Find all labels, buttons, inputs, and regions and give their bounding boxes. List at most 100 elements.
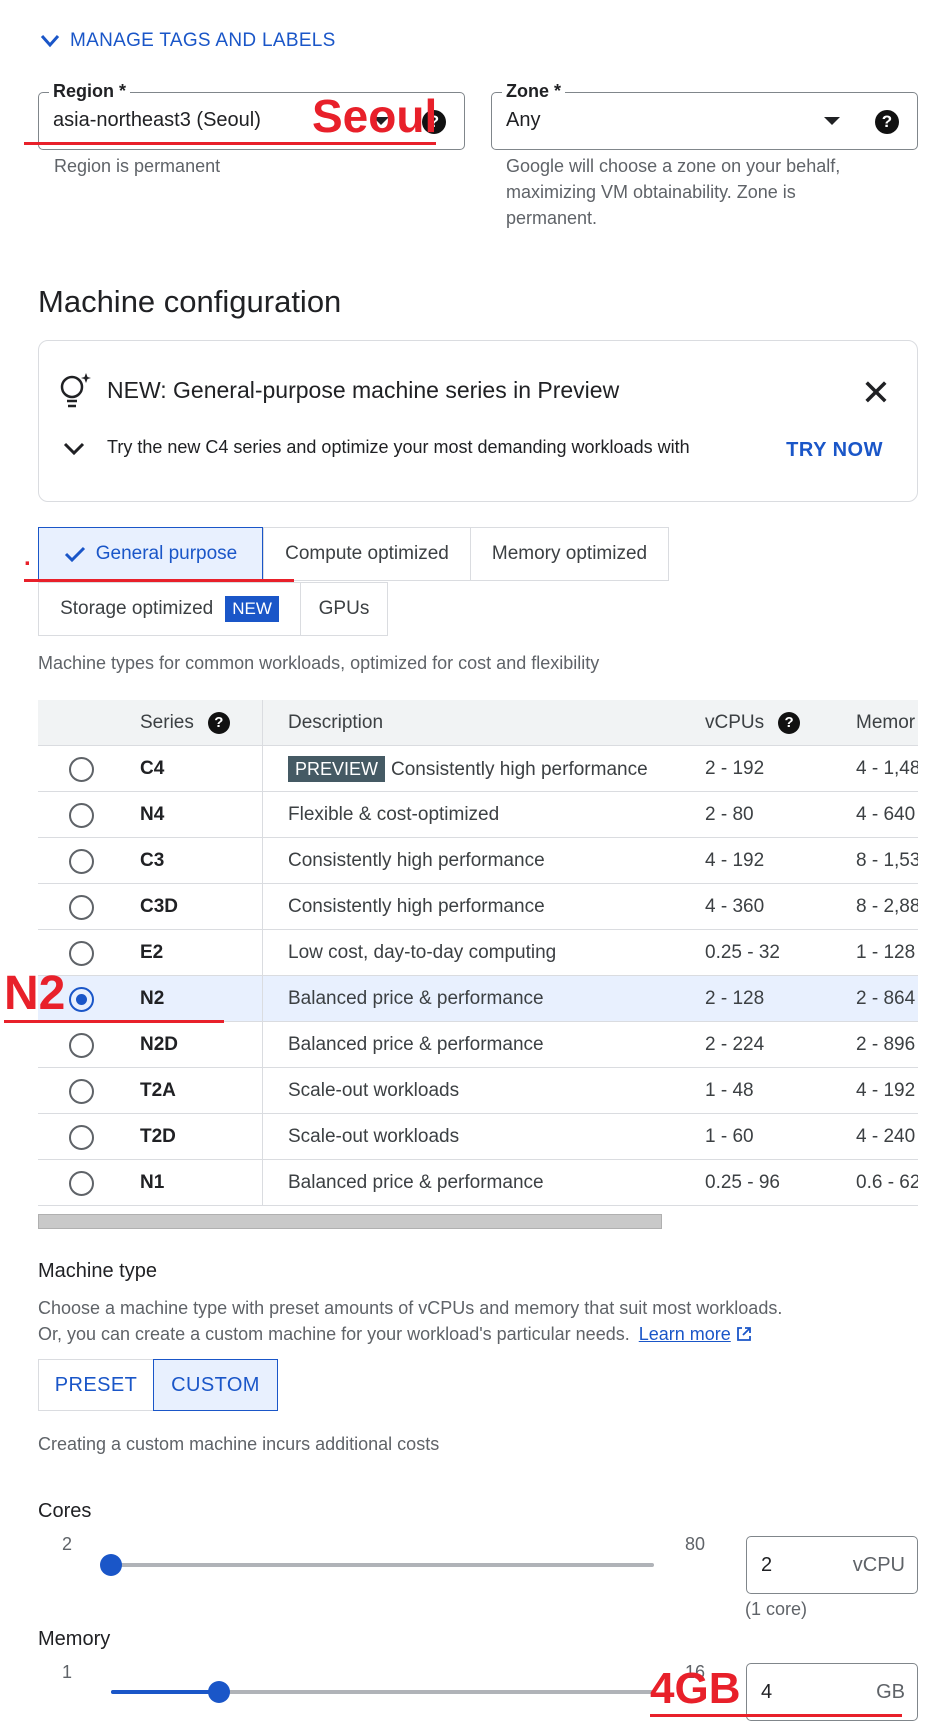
- banner-title: NEW: General-purpose machine series in P…: [107, 377, 620, 403]
- preset-button[interactable]: PRESET: [38, 1359, 154, 1411]
- series-cell: C3: [140, 850, 165, 871]
- vcpus-cell: 0.25 - 32: [705, 942, 780, 963]
- table-row[interactable]: T2D Scale-out workloads 1 - 60 4 - 240: [38, 1114, 918, 1160]
- vcpus-cell: 1 - 48: [705, 1080, 754, 1101]
- external-link-icon: [736, 1327, 751, 1341]
- radio-button[interactable]: [69, 941, 94, 966]
- memory-unit: GB: [876, 1681, 905, 1703]
- series-cell: E2: [140, 942, 164, 963]
- cores-slider-track[interactable]: [111, 1563, 654, 1567]
- memory-cell: 2 - 896: [856, 1034, 916, 1055]
- memory-cell: 4 - 240: [856, 1126, 916, 1147]
- table-row[interactable]: C3 Consistently high performance 4 - 192…: [38, 838, 918, 884]
- seoul-annotation: Seoul: [312, 90, 438, 142]
- tab-storage-optimized[interactable]: Storage optimized NEW: [38, 582, 301, 636]
- new-badge: NEW: [225, 596, 279, 622]
- cores-input[interactable]: 2 vCPU: [746, 1536, 918, 1594]
- table-row[interactable]: E2 Low cost, day-to-day computing 0.25 -…: [38, 930, 918, 976]
- radio-button[interactable]: [69, 803, 94, 828]
- memory-cell: 2 - 864: [856, 988, 916, 1009]
- help-icon[interactable]: ?: [778, 711, 801, 734]
- try-now-button[interactable]: TRY NOW: [786, 439, 883, 462]
- radio-button[interactable]: [69, 757, 94, 782]
- series-cell: N4: [140, 804, 165, 825]
- vcpus-cell: 4 - 360: [705, 896, 765, 917]
- table-header: Series? Description vCPUs? Memor: [38, 700, 918, 746]
- preview-badge: PREVIEW: [288, 756, 386, 782]
- description-cell: Scale-out workloads: [288, 1126, 460, 1147]
- table-row[interactable]: C3D Consistently high performance 4 - 36…: [38, 884, 918, 930]
- n2-annotation: N2: [4, 967, 66, 1020]
- radio-button[interactable]: [69, 1079, 94, 1104]
- banner-text: Try the new C4 series and optimize your …: [107, 437, 690, 457]
- learn-more-link[interactable]: Learn more: [639, 1324, 731, 1344]
- lightbulb-icon: [60, 373, 91, 408]
- tab-general-purpose[interactable]: General purpose: [38, 527, 263, 581]
- tab-label: Memory optimized: [491, 543, 648, 564]
- memory-cell: 8 - 1,53: [856, 850, 918, 871]
- header-series: Series?: [140, 700, 230, 746]
- table-row[interactable]: N2D Balanced price & performance 2 - 224…: [38, 1022, 918, 1068]
- series-cell: N2: [140, 988, 165, 1009]
- zone-hint: Google will choose a zone on your behalf…: [506, 156, 841, 228]
- memory-input[interactable]: 4 GB: [746, 1663, 918, 1721]
- cores-slider-thumb[interactable]: [100, 1554, 122, 1576]
- chevron-down-icon[interactable]: [63, 441, 85, 457]
- tab-gpus[interactable]: GPUs: [300, 582, 388, 636]
- radio-button[interactable]: [69, 1171, 94, 1196]
- memory-cell: 4 - 640: [856, 804, 916, 825]
- table-row[interactable]: N1 Balanced price & performance 0.25 - 9…: [38, 1160, 918, 1206]
- tab-label: Storage optimized: [60, 598, 214, 619]
- column-divider: [262, 700, 263, 1206]
- zone-select[interactable]: Zone * Any ?: [491, 81, 918, 150]
- memory-cell: 4 - 1,48: [856, 758, 918, 779]
- check-icon: [64, 546, 85, 563]
- custom-cost-note: Creating a custom machine incurs additio…: [38, 1434, 440, 1454]
- memory-annotation: 4GB: [650, 1664, 741, 1713]
- custom-button[interactable]: CUSTOM: [153, 1359, 278, 1411]
- description-cell: Balanced price & performance: [288, 988, 544, 1009]
- vcpus-cell: 2 - 80: [705, 804, 754, 825]
- tab-annotation-mark: .: [24, 544, 31, 571]
- tab-label: Compute optimized: [285, 543, 449, 564]
- memory-cell: 0.6 - 62: [856, 1172, 918, 1193]
- cores-note: (1 core): [745, 1599, 808, 1619]
- description-cell: Flexible & cost-optimized: [288, 804, 500, 825]
- radio-button[interactable]: [69, 849, 94, 874]
- table-row[interactable]: T2A Scale-out workloads 1 - 48 4 - 192: [38, 1068, 918, 1114]
- tab-memory-optimized[interactable]: Memory optimized: [470, 527, 669, 581]
- preview-banner: NEW: General-purpose machine series in P…: [38, 340, 918, 502]
- memory-value: 4: [761, 1681, 773, 1703]
- zone-label: Zone *: [502, 81, 566, 102]
- vcpus-cell: 1 - 60: [705, 1126, 754, 1147]
- manage-tags-link[interactable]: MANAGE TAGS AND LABELS: [40, 30, 336, 52]
- tab-description: Machine types for common workloads, opti…: [38, 653, 600, 673]
- radio-button[interactable]: [69, 1125, 94, 1150]
- table-row[interactable]: C4 PREVIEW Consistently high performance …: [38, 746, 918, 792]
- header-description: Description: [288, 712, 384, 733]
- region-value: asia-northeast3 (Seoul): [53, 109, 261, 131]
- radio-button[interactable]: [69, 895, 94, 920]
- cores-value: 2: [761, 1554, 773, 1576]
- dropdown-caret-icon: [824, 117, 840, 125]
- table-row-selected[interactable]: N2 Balanced price & performance 2 - 128 …: [38, 976, 918, 1022]
- memory-min: 1: [62, 1662, 73, 1682]
- radio-button-selected[interactable]: [69, 987, 94, 1012]
- table-row[interactable]: N4 Flexible & cost-optimized 2 - 80 4 - …: [38, 792, 918, 838]
- series-cell: T2A: [140, 1080, 176, 1101]
- close-icon[interactable]: ✕: [861, 375, 891, 411]
- memory-slider-thumb[interactable]: [208, 1681, 230, 1703]
- help-icon[interactable]: ?: [207, 711, 230, 734]
- tab-label: GPUs: [318, 598, 370, 619]
- radio-button[interactable]: [69, 1033, 94, 1058]
- series-cell: C4: [140, 758, 165, 779]
- horizontal-scrollbar[interactable]: [38, 1214, 662, 1229]
- help-icon[interactable]: ?: [875, 110, 899, 134]
- description-cell: PREVIEW Consistently high performance: [288, 746, 648, 792]
- chevron-down-icon: [40, 35, 60, 48]
- vcpus-cell: 0.25 - 96: [705, 1172, 780, 1193]
- series-cell: N1: [140, 1172, 165, 1193]
- manage-tags-label: MANAGE TAGS AND LABELS: [70, 30, 336, 51]
- cores-min: 2: [62, 1534, 73, 1554]
- tab-compute-optimized[interactable]: Compute optimized: [263, 527, 471, 581]
